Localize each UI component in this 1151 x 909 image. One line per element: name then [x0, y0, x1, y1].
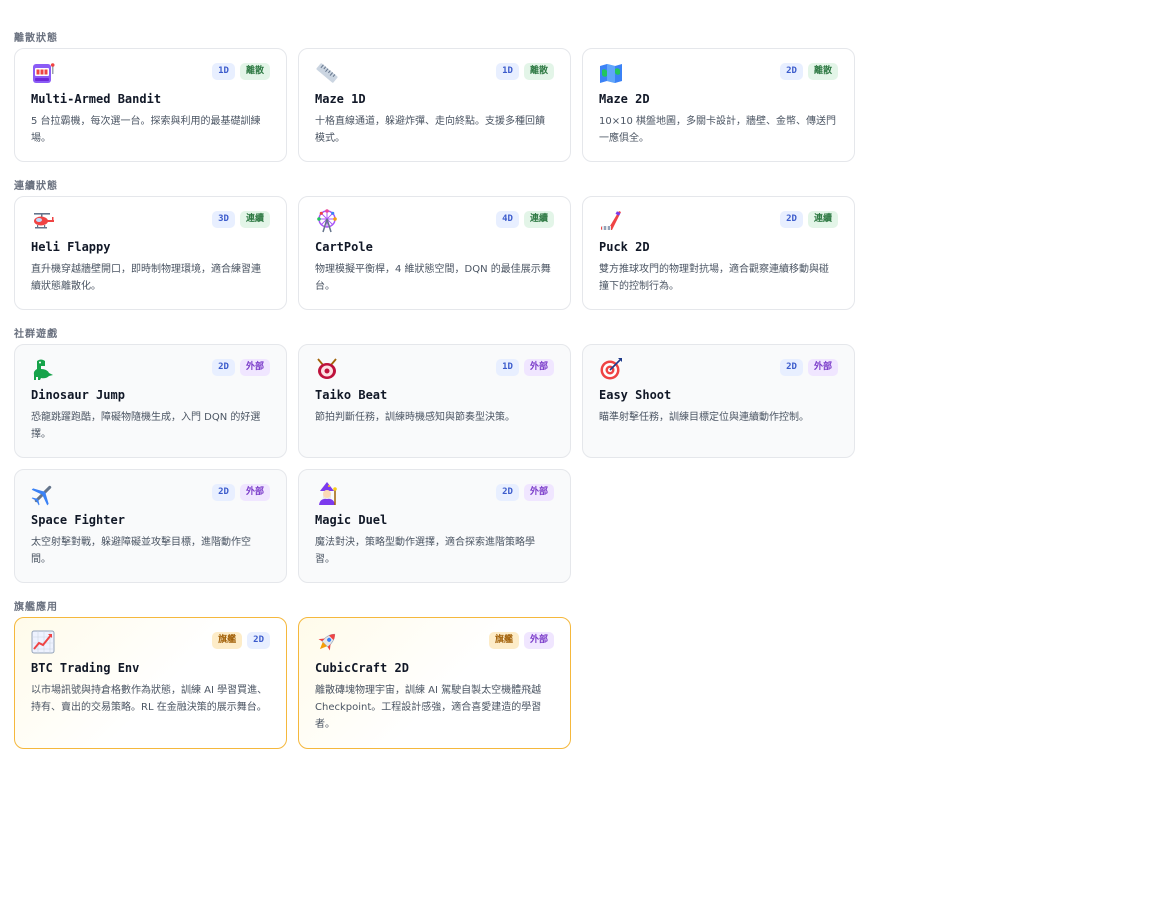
card-title: Dinosaur Jump	[31, 388, 125, 402]
card-description: 節拍判斷任務，訓練時機感知與節奏型決策。	[315, 412, 515, 423]
card-description: 十格直線通道，躲避炸彈、走向終點。支援多種回饋模式。	[315, 116, 545, 144]
card-description: 物理模擬平衡桿，4 維狀態空間，DQN 的最佳展示舞台。	[315, 264, 551, 292]
card-description: 以市場訊號與持倉格數作為狀態，訓練 AI 學習買進、持有、賣出的交易策略。RL …	[31, 685, 268, 713]
card-badges: 4D 連續	[496, 211, 554, 228]
card-badges: 2D 連續	[780, 211, 838, 228]
environment-catalog: 離散狀態 1D 離散 Multi-Armed Bandit 5 台拉霸機，每次選…	[14, 30, 1137, 765]
card-description: 5 台拉霸機，每次選一台。探索與利用的最基礎訓練場。	[31, 116, 261, 144]
env-card-taiko-beat[interactable]: 1D 外部 Taiko Beat 節拍判斷任務，訓練時機感知與節奏型決策。	[298, 344, 571, 458]
section-grid-community: 2D 外部 Dinosaur Jump 恐龍跳躍跑酷，障礙物隨機生成，入門 DQ…	[14, 344, 1137, 583]
dimension-badge: 2D	[780, 359, 803, 376]
dimension-badge: 2D	[212, 484, 235, 501]
section-title-continuous: 連續狀態	[14, 181, 58, 192]
card-badges: 旗艦 外部	[488, 632, 554, 649]
dimension-badge: 2D	[247, 632, 270, 649]
env-card-dinosaur-jump[interactable]: 2D 外部 Dinosaur Jump 恐龍跳躍跑酷，障礙物隨機生成，入門 DQ…	[14, 344, 287, 458]
env-card-space-fighter[interactable]: 2D 外部 Space Fighter 太空射擊對戰，躲避障礙並攻擊目標，進階動…	[14, 469, 287, 583]
card-badges: 2D 離散	[780, 63, 838, 80]
card-description: 魔法對決，策略型動作選擇，適合探索進階策略學習。	[315, 537, 535, 565]
source-badge: 外部	[239, 359, 270, 376]
dimension-badge: 1D	[496, 63, 519, 80]
env-card-puck-2d[interactable]: 2D 連續 Puck 2D 雙方推球攻門的物理對抗場，適合觀察連續移動與碰撞下的…	[582, 196, 855, 310]
state-type-badge: 連續	[807, 211, 838, 228]
section-title-discrete: 離散狀態	[14, 33, 58, 44]
card-title: CartPole	[315, 240, 373, 254]
env-card-btc-trading-env[interactable]: 旗艦 2D BTC Trading Env 以市場訊號與持倉格數作為狀態，訓練 …	[14, 617, 287, 749]
card-title: BTC Trading Env	[31, 661, 140, 675]
card-title: Magic Duel	[315, 513, 388, 527]
card-badges: 2D 外部	[496, 484, 554, 501]
env-card-magic-duel[interactable]: 2D 外部 Magic Duel 魔法對決，策略型動作選擇，適合探索進階策略學習…	[298, 469, 571, 583]
dimension-badge: 4D	[496, 211, 519, 228]
env-card-cubiccraft-2d[interactable]: 旗艦 外部 CubicCraft 2D 離散磚塊物理宇宙，訓練 AI 駕駛自製太…	[298, 617, 571, 749]
flagship-badge: 旗艦	[212, 632, 243, 649]
state-type-badge: 離散	[523, 63, 554, 80]
card-title: Heli Flappy	[31, 240, 111, 254]
dimension-badge: 2D	[496, 484, 519, 501]
source-badge: 外部	[807, 359, 838, 376]
card-description: 10×10 棋盤地圖，多關卡設計，牆壁、金幣、傳送門一應俱全。	[599, 116, 837, 144]
card-title: Maze 1D	[315, 92, 366, 106]
source-badge: 外部	[523, 632, 554, 649]
card-description: 瞄準射擊任務，訓練目標定位與連續動作控制。	[599, 412, 809, 423]
state-type-badge: 離散	[239, 63, 270, 80]
card-description: 直升機穿越牆壁開口，即時制物理環境，適合練習連續狀態離散化。	[31, 264, 261, 292]
card-title: Easy Shoot	[599, 388, 672, 402]
dimension-badge: 2D	[212, 359, 235, 376]
card-badges: 1D 離散	[212, 63, 270, 80]
section-title-community: 社群遊戲	[14, 329, 58, 340]
dimension-badge: 1D	[496, 359, 519, 376]
card-description: 離散磚塊物理宇宙，訓練 AI 駕駛自製太空機體飛越 Checkpoint。工程設…	[315, 685, 542, 730]
source-badge: 外部	[523, 484, 554, 501]
card-title: Multi-Armed Bandit	[31, 92, 162, 106]
dimension-badge: 3D	[212, 211, 235, 228]
card-description: 恐龍跳躍跑酷，障礙物隨機生成，入門 DQN 的好選擇。	[31, 412, 261, 440]
section-grid-flagship: 旗艦 2D BTC Trading Env 以市場訊號與持倉格數作為狀態，訓練 …	[14, 617, 1137, 749]
flagship-badge: 旗艦	[488, 632, 519, 649]
card-description: 雙方推球攻門的物理對抗場，適合觀察連續移動與碰撞下的控制行為。	[599, 264, 829, 292]
card-badges: 2D 外部	[212, 484, 270, 501]
card-title: CubicCraft 2D	[315, 661, 409, 675]
state-type-badge: 連續	[239, 211, 270, 228]
source-badge: 外部	[523, 359, 554, 376]
env-card-maze-2d[interactable]: 2D 離散 Maze 2D 10×10 棋盤地圖，多關卡設計，牆壁、金幣、傳送門…	[582, 48, 855, 162]
env-card-cartpole[interactable]: 4D 連續 CartPole 物理模擬平衡桿，4 維狀態空間，DQN 的最佳展示…	[298, 196, 571, 310]
env-card-easy-shoot[interactable]: 2D 外部 Easy Shoot 瞄準射擊任務，訓練目標定位與連續動作控制。	[582, 344, 855, 458]
env-card-maze-1d[interactable]: 1D 離散 Maze 1D 十格直線通道，躲避炸彈、走向終點。支援多種回饋模式。	[298, 48, 571, 162]
section-grid-continuous: 3D 連續 Heli Flappy 直升機穿越牆壁開口，即時制物理環境，適合練習…	[14, 196, 1137, 310]
state-type-badge: 離散	[807, 63, 838, 80]
card-badges: 2D 外部	[780, 359, 838, 376]
section-grid-discrete: 1D 離散 Multi-Armed Bandit 5 台拉霸機，每次選一台。探索…	[14, 48, 1137, 162]
section-title-flagship: 旗艦應用	[14, 602, 58, 613]
state-type-badge: 連續	[523, 211, 554, 228]
card-badges: 旗艦 2D	[212, 632, 270, 649]
card-title: Puck 2D	[599, 240, 650, 254]
dimension-badge: 1D	[212, 63, 235, 80]
source-badge: 外部	[239, 484, 270, 501]
card-title: Maze 2D	[599, 92, 650, 106]
card-badges: 2D 外部	[212, 359, 270, 376]
dimension-badge: 2D	[780, 211, 803, 228]
card-badges: 1D 外部	[496, 359, 554, 376]
card-description: 太空射擊對戰，躲避障礙並攻擊目標，進階動作空間。	[31, 537, 251, 565]
card-badges: 1D 離散	[496, 63, 554, 80]
dimension-badge: 2D	[780, 63, 803, 80]
card-title: Taiko Beat	[315, 388, 388, 402]
env-card-heli-flappy[interactable]: 3D 連續 Heli Flappy 直升機穿越牆壁開口，即時制物理環境，適合練習…	[14, 196, 287, 310]
env-card-multi-armed-bandit[interactable]: 1D 離散 Multi-Armed Bandit 5 台拉霸機，每次選一台。探索…	[14, 48, 287, 162]
card-badges: 3D 連續	[212, 211, 270, 228]
card-title: Space Fighter	[31, 513, 125, 527]
